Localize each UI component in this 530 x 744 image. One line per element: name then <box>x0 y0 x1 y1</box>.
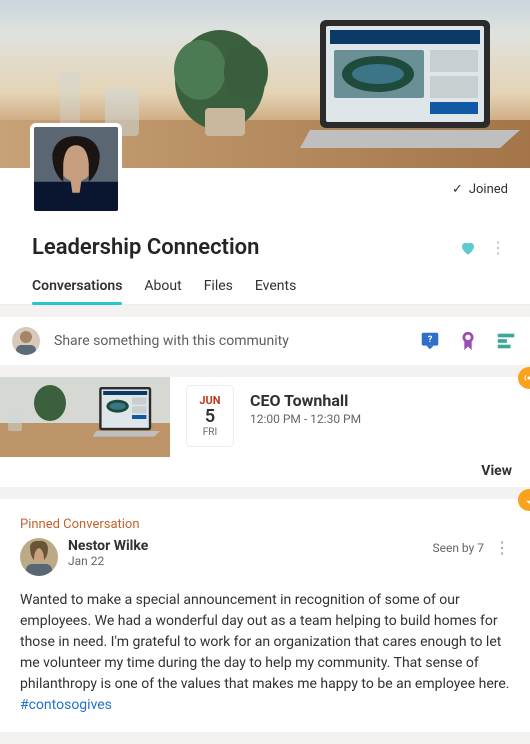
questions-icon[interactable]: ? <box>418 329 442 353</box>
pinned-post-card: Pinned Conversation Nestor Wilke Jan 22 … <box>0 499 530 732</box>
current-user-avatar <box>12 327 40 355</box>
event-weekday: FRI <box>187 427 233 438</box>
post-body: Wanted to make a special announcement in… <box>20 590 510 716</box>
praise-icon[interactable] <box>456 329 480 353</box>
check-icon: ✓ <box>452 182 463 197</box>
event-thumbnail <box>0 377 170 457</box>
tab-events[interactable]: Events <box>255 272 296 304</box>
post-seen-by[interactable]: Seen by 7 <box>432 541 484 555</box>
post-hashtag[interactable]: #contosogives <box>20 697 112 713</box>
tab-conversations[interactable]: Conversations <box>32 272 122 304</box>
post-date: Jan 22 <box>68 554 148 568</box>
compose-box[interactable]: Share something with this community ? <box>0 317 530 365</box>
post-author-name[interactable]: Nestor Wilke <box>68 538 148 554</box>
page-title: Leadership Connection <box>32 235 456 260</box>
favorite-button[interactable] <box>456 236 480 260</box>
community-header-card: ✓ Joined Leadership Connection ⋮ Convers… <box>0 0 530 305</box>
event-title: CEO Townhall <box>250 391 361 410</box>
event-card: JUN 5 FRI CEO Townhall 12:00 PM - 12:30 … <box>0 377 530 487</box>
post-body-text: Wanted to make a special announcement in… <box>20 592 509 692</box>
post-author-avatar <box>20 538 58 576</box>
pin-icon <box>518 489 530 511</box>
post-more-button[interactable]: ⋮ <box>494 538 510 557</box>
event-view-button[interactable]: View <box>0 457 530 487</box>
joined-button[interactable]: ✓ Joined <box>442 178 518 201</box>
svg-text:?: ? <box>428 335 433 345</box>
community-tabs: Conversations About Files Events <box>0 268 530 305</box>
pinned-label: Pinned Conversation <box>20 517 510 532</box>
joined-label: Joined <box>469 182 508 197</box>
hero: ✓ Joined <box>0 0 530 213</box>
tab-files[interactable]: Files <box>204 272 233 304</box>
poll-icon[interactable] <box>494 329 518 353</box>
header-more-button[interactable]: ⋮ <box>486 236 510 260</box>
compose-placeholder: Share something with this community <box>54 333 404 349</box>
tab-about[interactable]: About <box>144 272 181 304</box>
event-date: JUN 5 FRI <box>186 385 234 447</box>
community-avatar <box>30 123 122 215</box>
event-time: 12:00 PM - 12:30 PM <box>250 412 361 426</box>
event-day: 5 <box>187 407 233 427</box>
